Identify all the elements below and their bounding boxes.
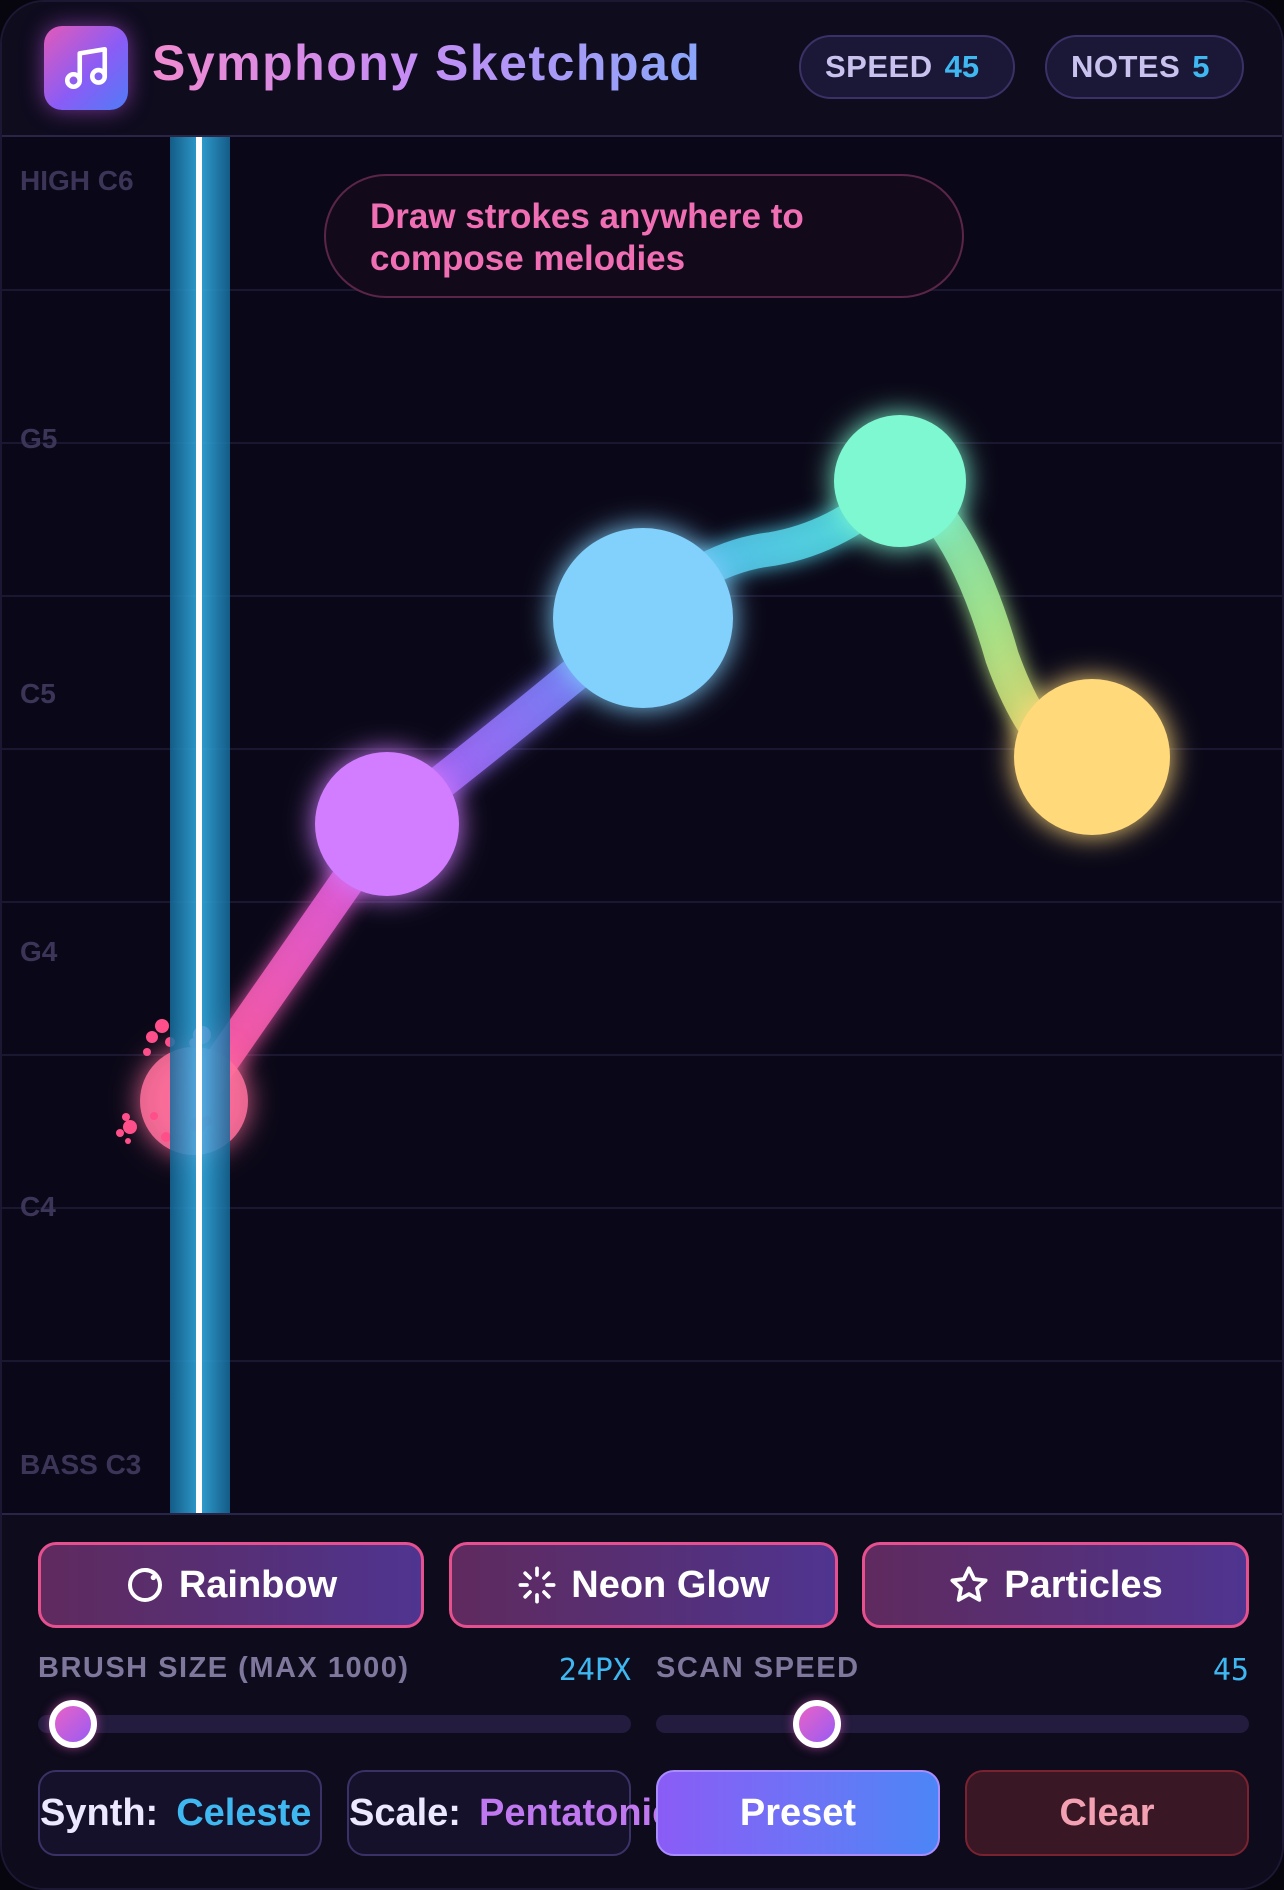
hint-line-2: compose melodies — [370, 239, 686, 278]
header: Symphony Sketchpad SPEED 45 NOTES 5 — [2, 2, 1282, 137]
rainbow-button[interactable]: Rainbow — [38, 1542, 424, 1628]
note-dot[interactable] — [553, 528, 733, 708]
brush-size-track[interactable] — [38, 1715, 631, 1733]
scan-speed-track[interactable] — [656, 1715, 1249, 1733]
brush-size-value: 24PX — [558, 1653, 631, 1688]
brush-size-thumb[interactable] — [49, 1700, 97, 1748]
preset-label: Preset — [739, 1791, 857, 1834]
synth-select[interactable]: Synth: Celeste — [38, 1770, 322, 1856]
scan-playhead[interactable] — [170, 137, 230, 1513]
brush-size-label: BRUSH SIZE (MAX 1000) — [38, 1652, 410, 1684]
scan-speed-thumb[interactable] — [793, 1700, 841, 1748]
neon-glow-button[interactable]: Neon Glow — [449, 1542, 838, 1628]
speed-badge-value: 45 — [944, 49, 980, 84]
scan-speed-label: SCAN SPEED — [656, 1652, 860, 1684]
speed-badge-label: SPEED — [825, 49, 933, 84]
speed-badge: SPEED 45 — [799, 35, 1015, 99]
notes-badge-value: 5 — [1192, 49, 1210, 84]
note-dot[interactable] — [1014, 679, 1170, 835]
synth-value: Celeste — [176, 1791, 312, 1834]
note-dot[interactable] — [315, 752, 459, 896]
particles-label: Particles — [1004, 1563, 1163, 1606]
synth-label: Synth: — [40, 1791, 159, 1834]
hint-bubble: Draw strokes anywhere to compose melodie… — [324, 174, 964, 298]
circle-refresh-icon — [127, 1568, 162, 1602]
particles-button[interactable]: Particles — [862, 1542, 1249, 1628]
melody-drawing — [116, 137, 1170, 1513]
clear-label: Clear — [1059, 1791, 1155, 1834]
app-title: Symphony Sketchpad — [152, 35, 702, 91]
hint-line-1: Draw strokes anywhere to — [370, 197, 804, 236]
neon-glow-label: Neon Glow — [571, 1563, 770, 1606]
scale-value: Pentatonic — [478, 1791, 674, 1834]
star-icon — [950, 1566, 988, 1602]
scale-select[interactable]: Scale: Pentatonic — [347, 1770, 673, 1856]
loader-sparkle-icon — [518, 1566, 556, 1604]
preset-button[interactable]: Preset — [656, 1770, 940, 1856]
app-window: Symphony Sketchpad SPEED 45 NOTES 5 HIGH… — [0, 0, 1284, 1890]
clear-button[interactable]: Clear — [965, 1770, 1249, 1856]
control-panel: Rainbow Neon Glow Particles BRUSH SIZE (… — [2, 1513, 1282, 1888]
drawing-canvas[interactable]: HIGH C6 G5 C5 G4 C4 BASS C3 Draw strokes… — [2, 137, 1282, 1513]
scale-label: Scale: — [349, 1791, 461, 1834]
note-dot[interactable] — [834, 415, 966, 547]
music-note-icon — [44, 26, 128, 110]
scan-speed-value: 45 — [1212, 1653, 1249, 1688]
notes-badge-label: NOTES — [1071, 49, 1181, 84]
rainbow-label: Rainbow — [178, 1563, 338, 1606]
notes-badge: NOTES 5 — [1045, 35, 1244, 99]
